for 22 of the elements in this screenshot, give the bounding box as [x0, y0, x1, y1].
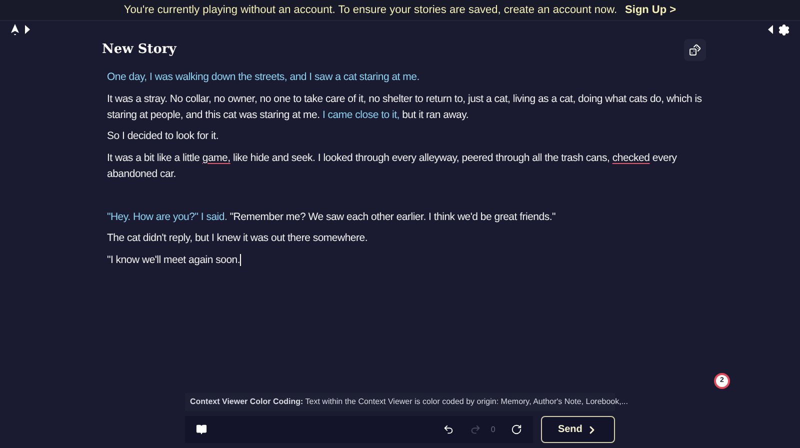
dice-icon — [689, 44, 701, 56]
logo-icon[interactable] — [10, 24, 20, 35]
undo-icon[interactable] — [442, 424, 454, 435]
story-paragraph: One day, I was walking down the streets, and I saw a cat staring at me. — [106, 70, 420, 85]
send-button[interactable]: Send — [541, 416, 615, 443]
tip-text: Context Viewer Color Coding: Text within the Context Viewer is color coded by origin: Memory, Author's Note, Lorebook,... — [190, 396, 628, 408]
book-icon[interactable] — [196, 424, 207, 435]
sign-up-link[interactable]: Sign Up > — [625, 2, 676, 18]
story-paragraph: "Hey. How are you?" I said. "Remember me? We saw each other earlier. I think we'd be great friends." — [106, 210, 556, 224]
expand-left-icon[interactable] — [24, 25, 31, 34]
retry-icon[interactable] — [511, 424, 522, 435]
story-paragraph: So I decided to look for it. — [106, 129, 220, 144]
expand-right-icon[interactable] — [767, 25, 774, 34]
story-paragraph: It was a bit like a little game, like hide and seek. I looked through every alleyway, peered through all the trash cans, checked every abandoned car. — [106, 150, 678, 182]
story-paragraph: "I know we'll meet again soon. — [106, 252, 242, 268]
story-paragraph: The cat didn't reply, but I knew it was out there somewhere. — [106, 231, 369, 246]
story-title: New Story — [102, 41, 176, 60]
banner-message: You're currently playing without an account. To ensure your stories are saved, create an account now. — [124, 2, 618, 18]
dice-button[interactable] — [684, 39, 706, 61]
story-paragraph: It was a stray. No collar, no owner, no one to take care of it, no shelter to return to, just a cat, living as a cat, doing what cats do, which is staring at people, and this cat was staring at me. I came close to it, but it ran away. — [106, 92, 703, 122]
redo-count: 0 — [490, 424, 496, 436]
settings-icon[interactable] — [778, 24, 790, 36]
